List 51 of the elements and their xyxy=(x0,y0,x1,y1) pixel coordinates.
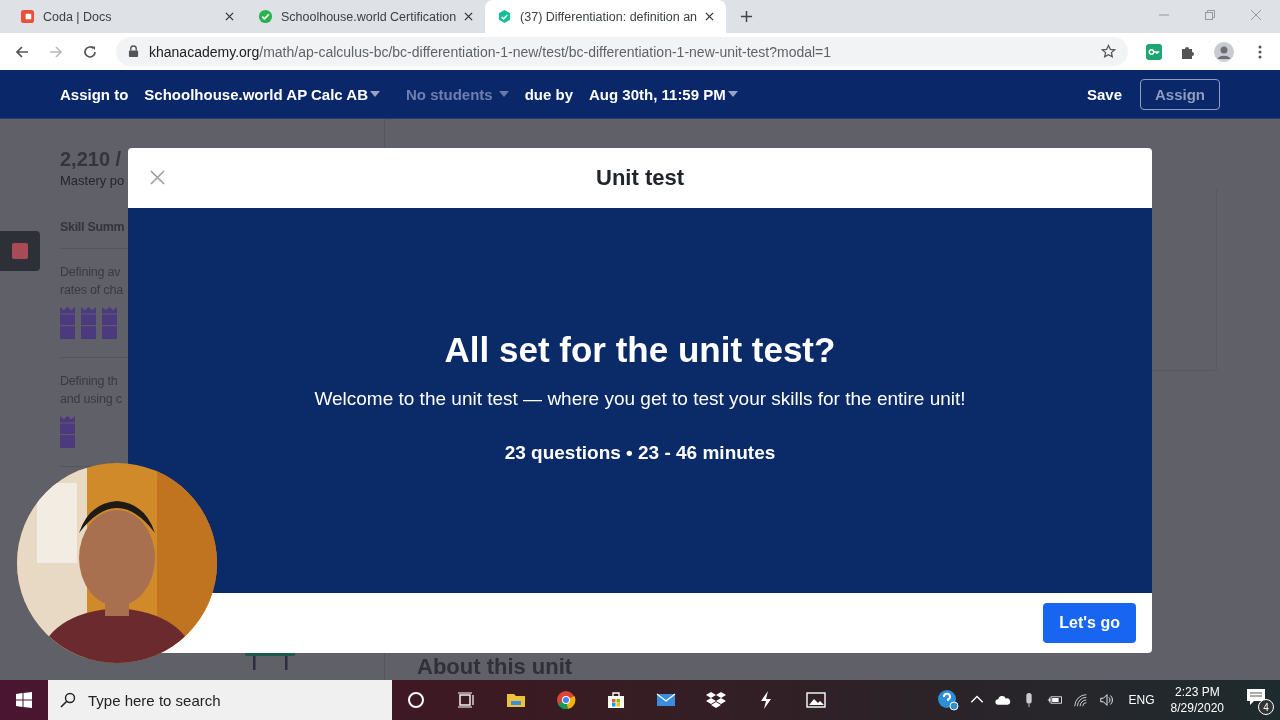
search-icon xyxy=(60,692,76,708)
test-summary: 23 questions • 23 - 46 minutes xyxy=(504,442,776,464)
new-tab-icon[interactable] xyxy=(740,10,754,23)
reload-icon[interactable] xyxy=(82,43,98,60)
students-dropdown[interactable]: No students xyxy=(406,85,509,103)
clock-time[interactable]: 2:23 PM xyxy=(1174,684,1220,700)
image-icon[interactable] xyxy=(806,690,826,710)
search-field[interactable]: Type here to search xyxy=(48,680,392,720)
tab-title: Coda | Docs xyxy=(43,9,113,24)
close-icon[interactable] xyxy=(705,12,715,21)
back-icon[interactable] xyxy=(14,43,30,60)
due-label: due by xyxy=(524,85,573,103)
close-icon[interactable] xyxy=(464,12,474,21)
assign-label: Assign to xyxy=(60,85,129,103)
avatar-icon[interactable] xyxy=(1214,41,1234,62)
close-icon[interactable] xyxy=(225,12,234,21)
lock-icon xyxy=(128,45,139,58)
caret-icon xyxy=(498,91,509,97)
caret-icon xyxy=(727,91,738,97)
save-button[interactable]: Save xyxy=(1086,85,1122,103)
address-field[interactable]: khanacademy.org/math/ap-calculus-bc/bc-differentiation-1-new/test/bc-differentiation-1-new-unit-test?modal=1 xyxy=(116,37,1128,66)
intro-text: Welcome to the unit test — where you get to test your skills for the entire unit! xyxy=(314,388,966,410)
wifi-icon[interactable] xyxy=(1072,692,1089,708)
store-icon[interactable] xyxy=(606,690,626,710)
tab-title: (37) Differentiation: definition an xyxy=(520,9,698,24)
language-indicator[interactable]: ENG xyxy=(1128,693,1155,707)
key-icon[interactable] xyxy=(1146,43,1162,60)
modal-heading: All set for the unit test? xyxy=(444,330,836,370)
box-icon[interactable] xyxy=(706,690,726,710)
notification-count: 4 xyxy=(1258,699,1274,715)
modal-title: Unit test xyxy=(596,165,684,191)
start-button[interactable]: Let's go xyxy=(1043,603,1136,643)
speaker-icon[interactable] xyxy=(1098,692,1115,708)
tab-title: Schoolhouse.world Certification xyxy=(281,9,457,24)
app-icon xyxy=(20,9,35,24)
clock-date[interactable]: 8/29/2020 xyxy=(1170,700,1224,716)
points-label: Mastery po xyxy=(60,173,125,188)
circle-icon[interactable] xyxy=(406,690,426,710)
task-view-icon[interactable] xyxy=(456,690,476,710)
browser-tab[interactable]: Coda | Docs xyxy=(8,0,246,33)
help-icon[interactable] xyxy=(936,689,959,711)
star-icon[interactable] xyxy=(1101,44,1116,59)
class-dropdown[interactable]: Schoolhouse.world AP Calc AB xyxy=(144,85,380,103)
windows-icon[interactable] xyxy=(16,692,32,708)
hexagon-icon xyxy=(497,9,513,24)
chrome-icon[interactable] xyxy=(556,690,576,710)
due-date-dropdown[interactable]: Aug 30th, 11:59 PM xyxy=(589,85,738,103)
caret-icon xyxy=(370,91,380,97)
browser-tab[interactable]: (37) Differentiation: definition an xyxy=(485,0,727,33)
check-icon xyxy=(258,9,273,24)
browser-tab[interactable]: Schoolhouse.world Certification xyxy=(246,0,486,33)
